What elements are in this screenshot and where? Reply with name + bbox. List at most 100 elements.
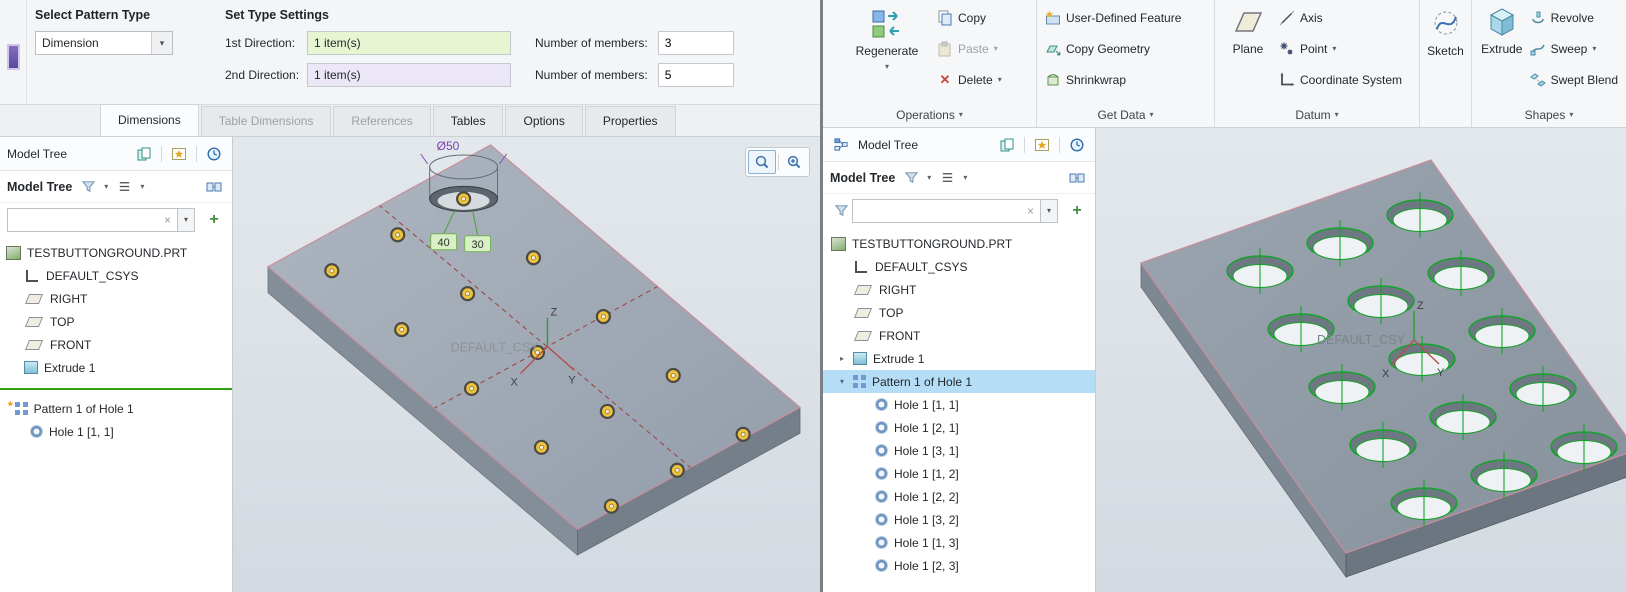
tab-dimensions[interactable]: Dimensions	[100, 104, 199, 136]
shrinkwrap-button[interactable]: Shrinkwrap	[1042, 64, 1209, 95]
tab-tables[interactable]: Tables	[432, 106, 504, 136]
search-options-dropdown[interactable]: ▾	[1041, 198, 1058, 223]
extrude-button[interactable]: Extrude	[1477, 0, 1527, 102]
expand-arrow-icon[interactable]: ▸	[837, 354, 847, 363]
zoom-in-button[interactable]	[781, 151, 807, 173]
members1-input[interactable]	[657, 31, 734, 55]
left-3d-scene[interactable]: Ø50 40 30 Z X Y DEFAULT_CSY	[233, 137, 820, 592]
pattern-member-dot[interactable]	[460, 286, 476, 302]
pattern-member-dot[interactable]	[464, 380, 480, 397]
pattern-member-dot[interactable]	[456, 191, 472, 207]
chevron-down-icon[interactable]: ▾	[963, 173, 967, 182]
tab-table-dimensions[interactable]: Table Dimensions	[200, 106, 332, 136]
tree-item-plane-right[interactable]: RIGHT	[823, 278, 1095, 301]
regenerate-button[interactable]: Regenerate ▾	[850, 2, 924, 102]
chevron-down-icon[interactable]: ▾	[1592, 44, 1596, 53]
tree-columns-icon[interactable]	[113, 177, 135, 197]
collapse-arrow-icon[interactable]: ▾	[837, 377, 847, 386]
pattern-member-dot[interactable]	[665, 367, 681, 384]
zoom-button[interactable]	[748, 150, 776, 174]
dir2-collector[interactable]: 1 item(s)	[307, 63, 511, 87]
user-defined-feature-button[interactable]: User-Defined Feature	[1042, 2, 1209, 33]
history-clock-icon[interactable]	[1066, 135, 1088, 155]
members2-input[interactable]	[657, 63, 734, 87]
right-3d-scene[interactable]: Z X Y DEFAULT_CSY	[1096, 128, 1626, 592]
delete-button[interactable]: ✕ Delete ▾	[934, 64, 1031, 95]
coordinate-system-button[interactable]: Coordinate System	[1276, 64, 1405, 95]
chevron-down-icon[interactable]: ▾	[140, 182, 144, 191]
pattern-member-dot[interactable]	[394, 321, 410, 338]
pattern-member-dot[interactable]	[599, 403, 615, 419]
chevron-down-icon[interactable]: ▾	[104, 182, 108, 191]
dir1-collector[interactable]: 1 item(s)	[307, 31, 511, 55]
tree-item-plane-right[interactable]: RIGHT	[0, 287, 232, 310]
tree-search-input[interactable]	[853, 203, 1021, 218]
chevron-down-icon[interactable]: ▾	[1332, 44, 1336, 53]
favorites-icon[interactable]	[1031, 135, 1053, 155]
diameter-dimension-label[interactable]: Ø50	[437, 139, 460, 153]
layers-icon[interactable]	[133, 144, 155, 164]
chevron-down-icon[interactable]: ▾	[927, 173, 931, 182]
tree-item-hole[interactable]: Hole 1 [2, 1]	[823, 416, 1095, 439]
filter-funnel-icon[interactable]	[77, 177, 99, 197]
pattern-member-dot[interactable]	[595, 309, 611, 325]
add-filter-button[interactable]: +	[203, 209, 225, 231]
copy-geometry-button[interactable]: Copy Geometry	[1042, 33, 1209, 64]
tab-references[interactable]: References	[333, 106, 431, 136]
pattern-member-dot[interactable]	[735, 426, 751, 442]
tree-item-plane-top[interactable]: TOP	[0, 310, 232, 333]
model-tree-tab-label[interactable]: Model Tree	[7, 147, 67, 161]
tree-item-csys[interactable]: DEFAULT_CSYS	[0, 264, 232, 287]
layers-icon[interactable]	[996, 135, 1018, 155]
clear-search-icon[interactable]: ×	[1021, 204, 1040, 218]
pattern-member-dot[interactable]	[525, 250, 542, 266]
tree-item-csys[interactable]: DEFAULT_CSYS	[823, 255, 1095, 278]
tree-settings-icon[interactable]	[1066, 168, 1088, 188]
tree-item-part[interactable]: TESTBUTTONGROUND.PRT	[0, 241, 232, 264]
paste-button[interactable]: Paste ▾	[934, 33, 1031, 64]
tree-item-hole[interactable]: Hole 1 [1, 2]	[823, 462, 1095, 485]
copy-button[interactable]: Copy	[934, 2, 1031, 33]
tab-properties[interactable]: Properties	[584, 106, 676, 136]
group-shapes[interactable]: Shapes ▾	[1472, 102, 1626, 127]
model-tree-tab-label[interactable]: Model Tree	[858, 138, 918, 152]
chevron-down-icon[interactable]: ▾	[151, 32, 172, 54]
tree-item-hole[interactable]: Hole 1 [1, 3]	[823, 531, 1095, 554]
pattern-member-dot[interactable]	[669, 462, 685, 478]
right-3d-viewport[interactable]: Z X Y DEFAULT_CSY	[1096, 128, 1626, 592]
increment-dimension-2[interactable]: 30	[464, 235, 492, 253]
tree-item-hole[interactable]: Hole 1 [1, 1]	[0, 420, 232, 443]
pattern-type-select[interactable]: Dimension ▾	[35, 31, 173, 55]
tree-item-pattern[interactable]: * Pattern 1 of Hole 1	[0, 397, 232, 420]
pattern-member-dot[interactable]	[603, 498, 619, 514]
tree-settings-icon[interactable]	[203, 177, 225, 197]
filter-funnel-icon[interactable]	[900, 168, 922, 188]
tree-item-hole[interactable]: Hole 1 [3, 2]	[823, 508, 1095, 531]
pattern-member-dot[interactable]	[533, 439, 550, 455]
plane-button[interactable]: Plane	[1220, 0, 1276, 102]
chevron-down-icon[interactable]: ▾	[998, 75, 1002, 84]
tree-item-hole[interactable]: Hole 1 [2, 3]	[823, 554, 1095, 577]
sketch-button[interactable]: Sketch	[1425, 2, 1466, 102]
clear-search-icon[interactable]: ×	[158, 213, 177, 227]
tab-options[interactable]: Options	[505, 106, 583, 136]
favorites-icon[interactable]	[168, 144, 190, 164]
insert-locator-line[interactable]	[0, 388, 232, 390]
csys-name-label[interactable]: DEFAULT_CSY	[451, 341, 539, 355]
revolve-button[interactable]: Revolve	[1527, 2, 1621, 33]
tree-item-extrude[interactable]: Extrude 1	[0, 356, 232, 379]
tree-item-hole[interactable]: Hole 1 [1, 1]	[823, 393, 1095, 416]
swept-blend-button[interactable]: Swept Blend	[1527, 64, 1621, 95]
tree-item-pattern-selected[interactable]: ▾ Pattern 1 of Hole 1	[823, 370, 1095, 393]
search-options-dropdown[interactable]: ▾	[178, 207, 195, 232]
sweep-button[interactable]: Sweep ▾	[1527, 33, 1621, 64]
tree-item-part[interactable]: TESTBUTTONGROUND.PRT	[823, 232, 1095, 255]
pattern-member-dot[interactable]	[324, 263, 340, 279]
history-clock-icon[interactable]	[203, 144, 225, 164]
tree-search-input[interactable]	[8, 212, 158, 227]
tree-item-plane-top[interactable]: TOP	[823, 301, 1095, 324]
pattern-member-dot[interactable]	[390, 227, 406, 243]
group-get-data[interactable]: Get Data ▾	[1037, 102, 1215, 127]
chevron-down-icon[interactable]: ▾	[885, 62, 889, 71]
filter-funnel-icon[interactable]	[830, 201, 852, 221]
